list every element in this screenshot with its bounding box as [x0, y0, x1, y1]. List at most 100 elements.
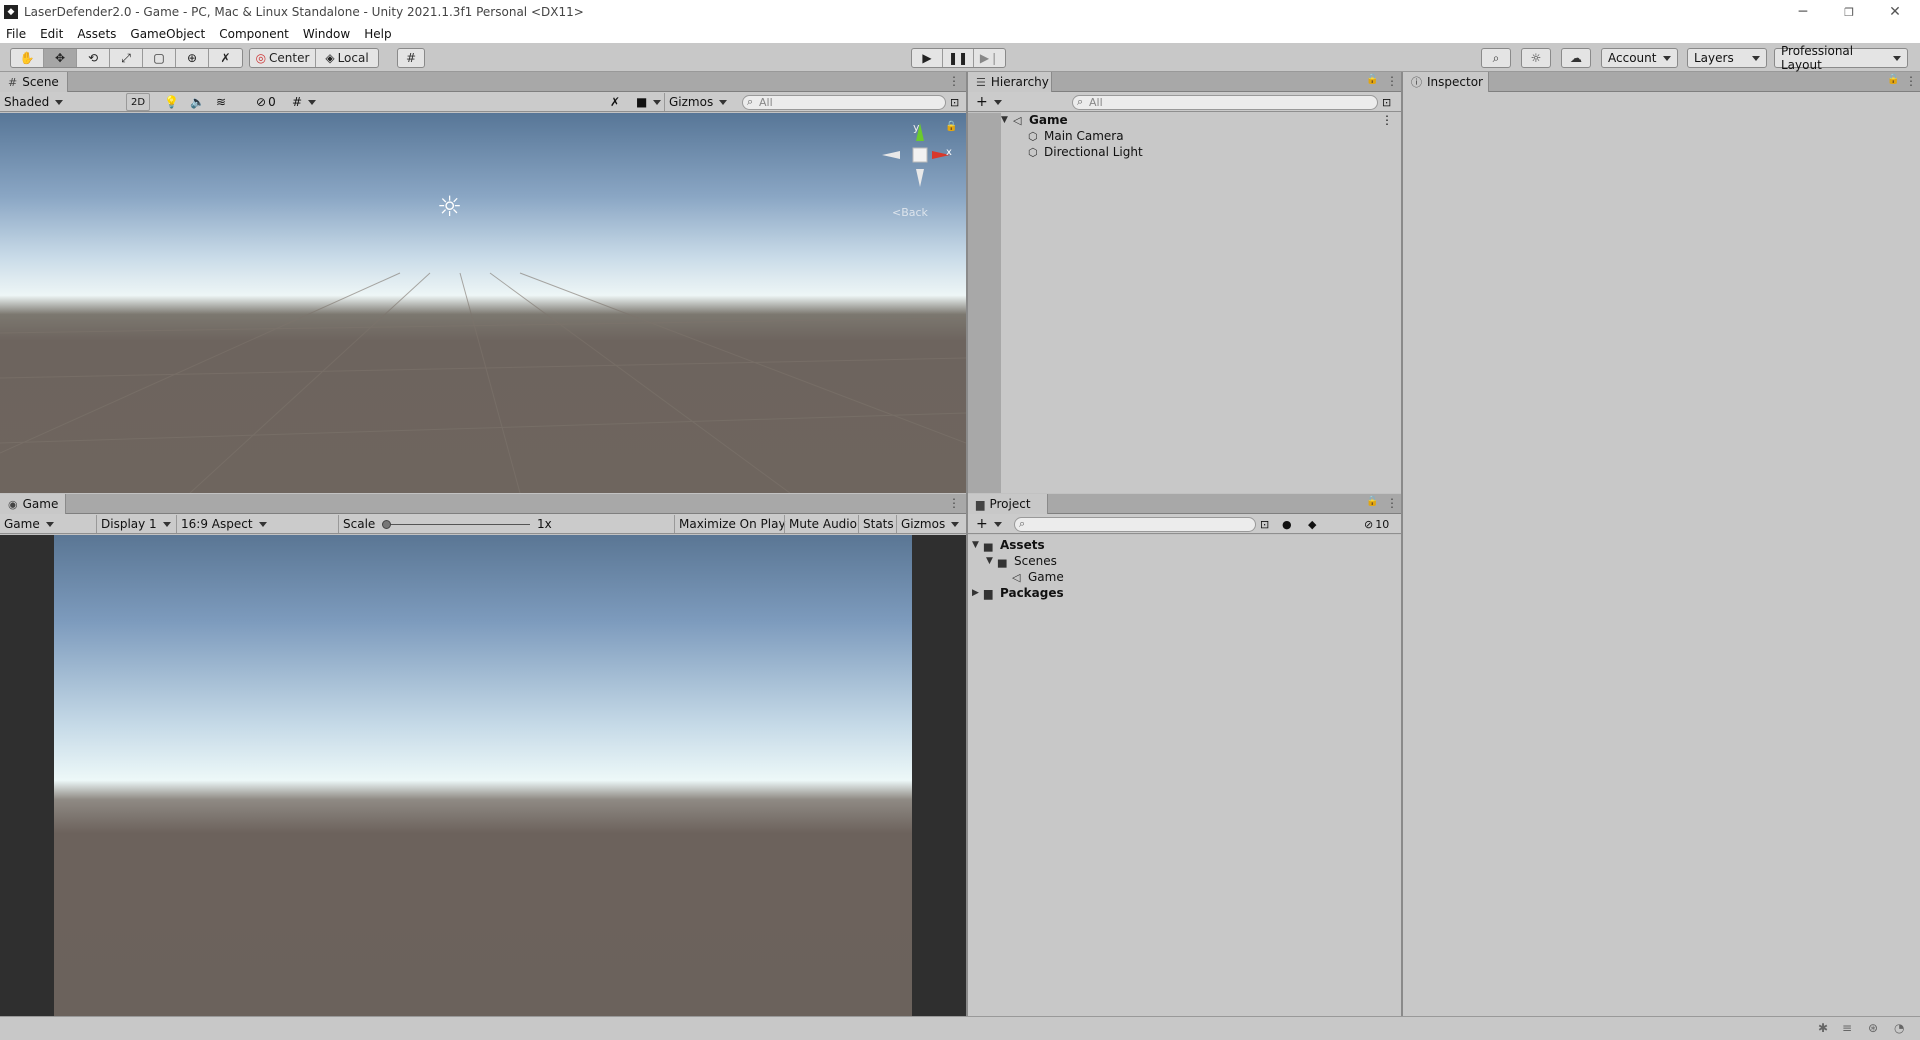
cloud-icon[interactable]: ☁	[1561, 48, 1591, 68]
caret-down-icon[interactable]: ▼	[1001, 115, 1013, 125]
tab-game[interactable]: ◉ Game	[0, 494, 66, 514]
scale-slider[interactable]	[380, 515, 534, 533]
scene-search-input[interactable]: All	[742, 95, 946, 110]
project-add-icon[interactable]: +	[972, 515, 1006, 533]
scale-tool-icon[interactable]: ⤢	[110, 49, 143, 67]
game-mode-dropdown[interactable]: Game	[0, 515, 90, 533]
grid-snap-icon[interactable]: #	[397, 48, 425, 68]
minimize-button[interactable]: ─	[1780, 0, 1826, 24]
bug-icon[interactable]: ✱	[1818, 1021, 1828, 1035]
scene-orientation-gizmo[interactable]	[880, 121, 960, 206]
play-icon[interactable]: ▶	[912, 49, 943, 67]
gizmo-view-label[interactable]: <Back	[892, 206, 928, 219]
local-button[interactable]: ◈ Local	[316, 49, 378, 67]
menu-assets[interactable]: Assets	[77, 27, 116, 41]
step-icon[interactable]: ▶❘	[974, 49, 1005, 67]
hierarchy-add-icon[interactable]: +	[972, 93, 1006, 111]
menu-edit[interactable]: Edit	[40, 27, 63, 41]
caret-down-icon[interactable]: ▼	[986, 556, 998, 566]
menu-gameobject[interactable]: GameObject	[130, 27, 205, 41]
project-lock-icon[interactable]: 🔒	[1366, 496, 1378, 507]
effects-icon[interactable]: ≋	[212, 93, 230, 111]
scene-gizmos-dropdown[interactable]: Gizmos	[664, 93, 731, 111]
stats-toggle[interactable]: Stats	[858, 515, 898, 533]
rect-tool-icon[interactable]: ▢	[143, 49, 176, 67]
hierarchy-lock-icon[interactable]: 🔒	[1366, 74, 1378, 85]
hierarchy-search-options-icon[interactable]: ⊡	[1378, 93, 1395, 111]
menu-help[interactable]: Help	[364, 27, 391, 41]
aspect-dropdown[interactable]: 16:9 Aspect	[176, 515, 336, 533]
stack-icon[interactable]: ≡	[1842, 1021, 1852, 1035]
tab-project[interactable]: ▆ Project	[968, 494, 1048, 514]
caret-down-icon[interactable]: ▼	[972, 540, 984, 550]
scene-row-menu-icon[interactable]: ⋮	[1381, 113, 1393, 127]
hierarchy-scene-row[interactable]: ▼ ◁ Game ⋮	[1001, 112, 1401, 128]
custom-tool-icon[interactable]: ✗	[209, 49, 242, 67]
gizmo-lock-icon[interactable]: 🔒	[945, 121, 957, 132]
project-menu-icon[interactable]: ⋮	[1386, 496, 1398, 510]
scene-viewport[interactable]: ☼ y x 🔒 <Back	[0, 113, 966, 493]
project-folder-scenes[interactable]: ▼ ▅ Scenes	[986, 553, 1057, 569]
layers-dropdown[interactable]: Layers	[1687, 48, 1767, 68]
filter-type-icon[interactable]: ●	[1278, 515, 1296, 533]
project-folder-packages[interactable]: ▶ ▆ Packages	[972, 585, 1064, 601]
filter-label-icon[interactable]: ◆	[1304, 515, 1320, 533]
close-button[interactable]: ✕	[1872, 0, 1918, 24]
mute-audio-toggle[interactable]: Mute Audio	[784, 515, 861, 533]
project-search-options-icon[interactable]: ⊡	[1256, 515, 1273, 533]
tab-scene[interactable]: # Scene	[0, 72, 68, 92]
caret-right-icon[interactable]: ▶	[972, 588, 984, 598]
rotate-tool-icon[interactable]: ⟲	[77, 49, 110, 67]
hierarchy-item-main-camera[interactable]: ⬡ Main Camera	[1028, 128, 1124, 144]
hierarchy-menu-icon[interactable]: ⋮	[1386, 74, 1398, 88]
tab-inspector[interactable]: ⓘ Inspector	[1403, 72, 1489, 92]
hand-tool-icon[interactable]: ✋	[11, 49, 44, 67]
project-folder-assets[interactable]: ▼ ▅ Assets	[972, 537, 1045, 553]
directional-light-icon[interactable]: ☼	[437, 190, 462, 223]
camera-icon[interactable]: ■	[632, 93, 665, 111]
game-panel-menu-icon[interactable]: ⋮	[948, 496, 960, 510]
mode-2d-button[interactable]: 2D	[126, 93, 151, 111]
collab-icon[interactable]: ☼	[1521, 48, 1551, 68]
project-search-input[interactable]	[1014, 517, 1256, 532]
menu-window[interactable]: Window	[303, 27, 350, 41]
menu-file[interactable]: File	[6, 27, 26, 41]
globe-icon[interactable]: ⊛	[1868, 1021, 1878, 1035]
inspector-menu-icon[interactable]: ⋮	[1905, 74, 1917, 88]
project-hidden-toggle[interactable]: ⊘ 10	[1360, 515, 1393, 533]
hidden-objects-toggle[interactable]: ⊘ 0	[252, 93, 280, 111]
grid-toggle-icon[interactable]: #	[288, 93, 320, 111]
tools-icon[interactable]: ✗	[606, 93, 624, 111]
gamepad-icon: ◉	[8, 497, 18, 511]
display-dropdown[interactable]: Display 1	[96, 515, 176, 533]
maximize-on-play-toggle[interactable]: Maximize On Play	[674, 515, 790, 533]
folder-icon: ▆	[976, 497, 985, 511]
scene-search-options-icon[interactable]: ⊡	[946, 93, 963, 111]
restore-button[interactable]: ❐	[1826, 0, 1872, 24]
project-item-game-scene[interactable]: ◁ Game	[1012, 569, 1064, 585]
lighting-icon[interactable]: 💡	[160, 93, 183, 111]
scene-panel-menu-icon[interactable]: ⋮	[948, 74, 960, 88]
audio-icon[interactable]: 🔈	[186, 93, 209, 111]
transform-tool-icon[interactable]: ⊕	[176, 49, 209, 67]
visibility-off-icon: ⊘	[256, 95, 267, 109]
game-gizmos-dropdown[interactable]: Gizmos	[896, 515, 963, 533]
search-icon[interactable]: ⌕	[1481, 48, 1511, 68]
layout-dropdown[interactable]: Professional Layout	[1774, 44, 1908, 72]
account-dropdown[interactable]: Account	[1601, 48, 1678, 68]
info-icon: ⓘ	[1411, 76, 1422, 89]
hierarchy-item-directional-light[interactable]: ⬡ Directional Light	[1028, 144, 1143, 160]
scale-slider-thumb[interactable]	[382, 520, 391, 529]
shading-mode-dropdown[interactable]: Shaded	[0, 93, 120, 111]
move-tool-icon[interactable]: ✥	[44, 49, 77, 67]
tab-hierarchy[interactable]: ☰ Hierarchy	[968, 72, 1052, 92]
hierarchy-toolbar: + All ⊡	[968, 92, 1401, 112]
hierarchy-search-input[interactable]: All	[1072, 95, 1378, 110]
center-button[interactable]: ◎ Center	[250, 49, 316, 67]
pause-icon[interactable]: ❚❚	[943, 49, 974, 67]
menu-component[interactable]: Component	[219, 27, 289, 41]
game-viewport[interactable]	[0, 535, 966, 1016]
inspector-lock-icon[interactable]: 🔒	[1887, 74, 1899, 85]
progress-icon[interactable]: ◔	[1894, 1021, 1904, 1035]
hierarchy-item-label: Main Camera	[1044, 129, 1124, 143]
